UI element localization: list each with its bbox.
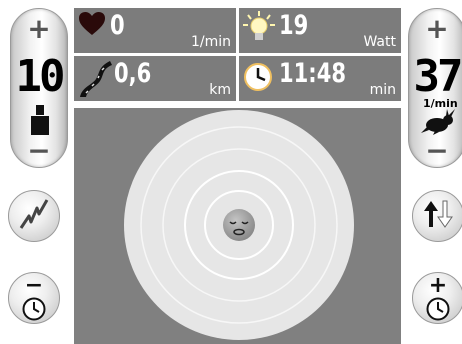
distance-unit: km (209, 82, 231, 98)
road-icon (78, 59, 112, 101)
heart-rate-value: 0 (110, 10, 125, 41)
training-display (74, 108, 401, 344)
sleeping-face-icon (222, 208, 256, 246)
resistance-value: 10 (15, 51, 66, 102)
direction-button[interactable] (412, 190, 462, 242)
clock-icon (426, 297, 450, 325)
resistance-control: + 10 − (10, 8, 68, 168)
time-tile: 11:48 min (239, 56, 401, 101)
heart-rate-tile: 0 1/min (74, 8, 236, 53)
time-plus-label: + (428, 273, 448, 298)
light-bulb-icon (243, 11, 275, 49)
power-tile: 19 Watt (239, 8, 401, 53)
time-plus-button[interactable]: + (412, 272, 462, 324)
up-down-arrows-icon (422, 199, 454, 233)
heartbeat-zigzag-icon (19, 198, 49, 234)
distance-value: 0,6 (114, 58, 152, 89)
power-value: 19 (279, 10, 309, 41)
clock-icon (243, 62, 273, 96)
cadence-control: + 37 1/min − (408, 8, 462, 168)
target-disc (124, 110, 354, 340)
distance-tile: 0,6 km (74, 56, 236, 101)
time-unit: min (369, 82, 396, 98)
clock-icon (22, 297, 46, 325)
time-minus-button[interactable]: − (8, 272, 60, 324)
time-value: 11:48 (279, 58, 347, 89)
heart-rate-unit: 1/min (190, 34, 231, 50)
heart-rate-program-button[interactable] (8, 190, 60, 242)
power-unit: Watt (363, 34, 396, 50)
heart-icon (78, 11, 106, 41)
weight-icon (31, 105, 49, 135)
rabbit-icon (421, 109, 457, 135)
resistance-plus-button[interactable]: + (11, 15, 67, 43)
resistance-minus-button[interactable]: − (11, 137, 67, 165)
cadence-value: 37 (413, 51, 462, 102)
cadence-plus-button[interactable]: + (409, 15, 462, 43)
time-minus-label: − (24, 273, 44, 298)
cadence-minus-button[interactable]: − (409, 137, 462, 165)
